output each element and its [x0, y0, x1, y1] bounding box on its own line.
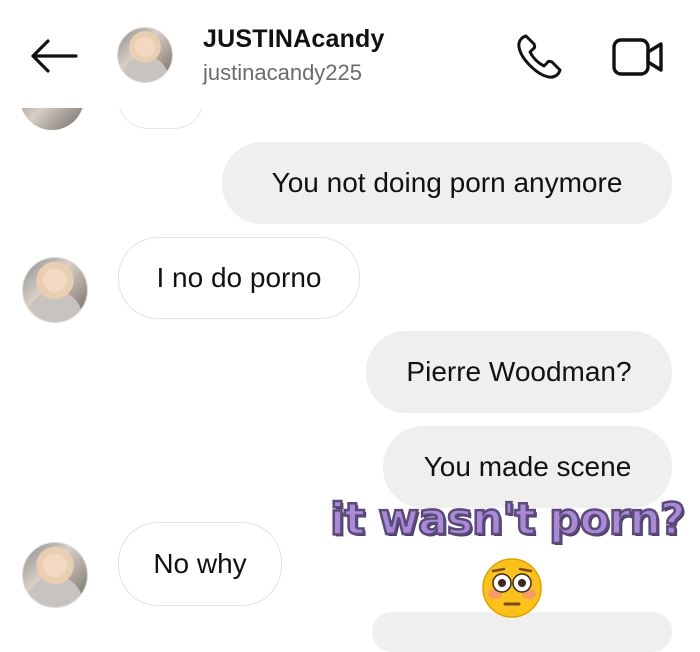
- message-text: I no do porno: [156, 262, 322, 293]
- message-bubble-received[interactable]: I no do porno: [118, 237, 360, 319]
- message-bubble-received[interactable]: No why: [118, 522, 282, 606]
- avatar[interactable]: [22, 257, 88, 323]
- message-text: You made scene: [423, 451, 632, 482]
- chat-header: JUSTINAcandy justinacandy225: [0, 0, 700, 108]
- flushed-face-emoji: [482, 558, 542, 618]
- overlay-caption: it wasn't porn?: [329, 493, 687, 547]
- avatar[interactable]: [22, 542, 88, 608]
- message-text: Pierre Woodman?: [406, 356, 632, 387]
- message-text: No why: [153, 548, 247, 579]
- arrow-left-icon[interactable]: [28, 36, 80, 76]
- phone-icon[interactable]: [512, 30, 566, 84]
- message-text: You not doing porn anymore: [271, 167, 623, 198]
- avatar[interactable]: [117, 27, 173, 83]
- contact-username: justinacandy225: [203, 60, 363, 85]
- video-camera-icon[interactable]: [610, 32, 666, 82]
- message-bubble-sent[interactable]: Pierre Woodman?: [366, 331, 672, 413]
- message-bubble-sent[interactable]: You not doing porn anymore: [222, 142, 672, 224]
- contact-name[interactable]: JUSTINAcandy: [203, 25, 385, 54]
